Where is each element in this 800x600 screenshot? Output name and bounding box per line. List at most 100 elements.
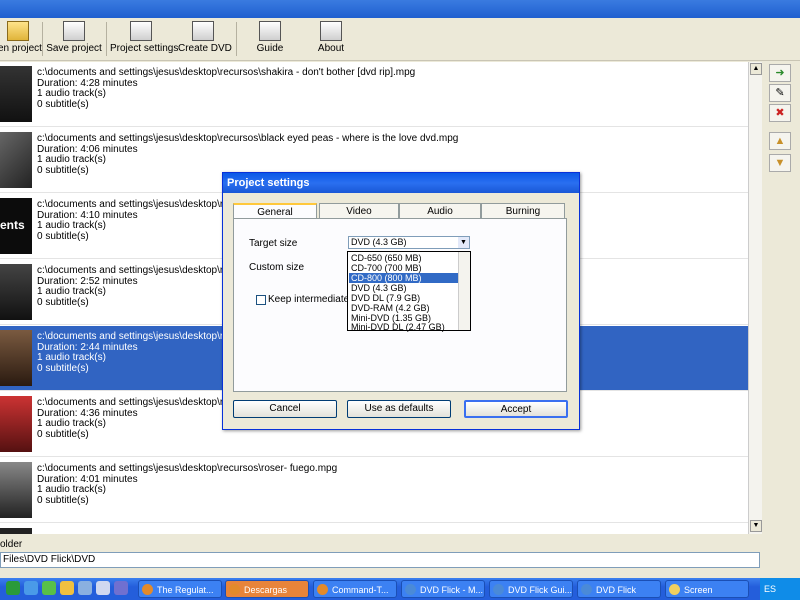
dropdown-option[interactable]: Mini-DVD DL (2.47 GB) <box>349 322 459 332</box>
file-path: c:\documents and settings\jesus\desktop\… <box>37 463 338 474</box>
toolbar-separator <box>42 22 43 56</box>
quicklaunch-icon[interactable] <box>42 581 56 595</box>
browser-icon[interactable] <box>24 581 38 595</box>
video-thumbnail <box>0 528 32 534</box>
language-indicator[interactable]: ES <box>764 584 776 594</box>
dropdown-scrollbar[interactable] <box>458 252 470 330</box>
save-icon <box>63 21 85 41</box>
open-project-label: en project <box>0 43 42 54</box>
destination-folder-field[interactable]: Files\DVD Flick\DVD <box>0 552 760 568</box>
quicklaunch-icon[interactable] <box>114 581 128 595</box>
move-down-button[interactable]: ▼ <box>769 154 791 172</box>
taskbar-button[interactable]: DVD Flick <box>577 580 661 598</box>
scroll-up-arrow-icon[interactable]: ▲ <box>750 63 762 75</box>
taskbar-button-active[interactable]: Descargas <box>225 580 309 598</box>
accept-button[interactable]: Accept <box>464 400 568 418</box>
dialog-title: Project settings <box>223 173 579 193</box>
list-item[interactable]: c:\documents and settings\jesus\desktop\… <box>0 62 748 127</box>
dropdown-option[interactable]: CD-650 (650 MB) <box>349 253 459 263</box>
taskbar: The Regulat... Descargas Command-T... DV… <box>0 578 800 600</box>
move-up-button[interactable]: ▲ <box>769 132 791 150</box>
chevron-down-icon[interactable]: ▼ <box>458 237 469 248</box>
remove-red-icon: ✖ <box>775 107 785 119</box>
move-up-arrow-icon: ▲ <box>774 135 786 147</box>
taskbar-button[interactable]: Screen <box>665 580 749 598</box>
dropdown-option-highlighted[interactable]: CD-800 (800 MB) <box>349 273 459 283</box>
file-subtitles: 0 subtitle(s) <box>37 494 89 506</box>
video-thumbnail <box>0 66 32 122</box>
save-project-button[interactable]: Save project <box>46 20 102 60</box>
dvd-flick-icon <box>405 584 416 595</box>
firefox-icon <box>229 584 240 595</box>
folder-label: older <box>0 539 23 550</box>
file-subtitles: 0 subtitle(s) <box>37 428 89 440</box>
remove-title-button[interactable]: ✖ <box>769 104 791 122</box>
dropdown-option[interactable]: DVD (4.3 GB) <box>349 283 459 293</box>
quicklaunch-icon[interactable] <box>60 581 74 595</box>
edit-icon: ✎ <box>775 87 785 99</box>
target-size-value: DVD (4.3 GB) <box>351 237 407 247</box>
taskbar-button[interactable]: DVD Flick Gui... <box>489 580 573 598</box>
video-thumbnail <box>0 462 32 518</box>
tab-audio[interactable]: Audio <box>399 203 481 218</box>
about-label: About <box>317 43 345 54</box>
keep-intermediate-checkbox[interactable] <box>256 295 266 305</box>
toolbar-separator <box>236 22 237 56</box>
taskbar-button[interactable]: DVD Flick - M... <box>401 580 485 598</box>
toolbar: en project Save project Project settings… <box>0 18 800 61</box>
guide-label: Guide <box>256 43 284 54</box>
folder-icon <box>7 21 29 41</box>
dvd-icon <box>192 21 214 41</box>
open-project-button[interactable]: en project <box>0 20 42 60</box>
guide-button[interactable]: Guide <box>250 20 290 60</box>
target-size-dropdown-list[interactable]: CD-650 (650 MB) CD-700 (700 MB) CD-800 (… <box>347 251 471 332</box>
dropdown-option[interactable]: DVD DL (7.9 GB) <box>349 293 459 303</box>
video-thumbnail: ents <box>0 198 32 254</box>
tab-burning[interactable]: Burning <box>481 203 565 218</box>
quicklaunch-icon[interactable] <box>6 581 20 595</box>
cancel-button[interactable]: Cancel <box>233 400 337 418</box>
toolbar-separator <box>106 22 107 56</box>
video-thumbnail <box>0 396 32 452</box>
scroll-down-arrow-icon[interactable]: ▼ <box>750 520 762 532</box>
file-audio: 1 audio track(s) <box>37 88 106 99</box>
tab-video[interactable]: Video <box>319 203 399 218</box>
file-audio: 1 audio track(s) <box>37 484 106 495</box>
firefox-icon <box>142 584 153 595</box>
side-actions: ➜ ✎ ✖ ▲ ▼ <box>762 62 800 534</box>
list-item[interactable] <box>0 524 748 534</box>
taskbar-button[interactable]: The Regulat... <box>138 580 222 598</box>
about-button[interactable]: About <box>312 20 350 60</box>
about-document-icon <box>320 21 342 41</box>
dropdown-option[interactable]: DVD-RAM (4.2 GB) <box>349 303 459 313</box>
info-icon <box>259 21 281 41</box>
quicklaunch-icon[interactable] <box>78 581 92 595</box>
target-size-select[interactable]: DVD (4.3 GB) ▼ <box>348 236 470 249</box>
add-green-arrow-icon: ➜ <box>775 67 785 79</box>
add-title-button[interactable]: ➜ <box>769 64 791 82</box>
video-thumbnail <box>0 264 32 320</box>
file-path: c:\documents and settings\jesus\desktop\… <box>37 67 416 78</box>
list-item[interactable]: c:\documents and settings\jesus\desktop\… <box>0 458 748 523</box>
save-project-label: Save project <box>46 43 102 54</box>
list-scrollbar[interactable]: ▲ ▼ <box>748 62 763 534</box>
tab-general[interactable]: General <box>233 203 317 219</box>
taskbar-button[interactable]: Command-T... <box>313 580 397 598</box>
use-as-defaults-button[interactable]: Use as defaults <box>347 400 451 418</box>
system-tray: ES <box>760 578 800 600</box>
dvd-flick-icon <box>581 584 592 595</box>
dropdown-option[interactable]: CD-700 (700 MB) <box>349 263 459 273</box>
quicklaunch-icon[interactable] <box>96 581 110 595</box>
custom-size-label: Custom size <box>249 262 305 273</box>
project-settings-button[interactable]: Project settings <box>110 20 178 60</box>
video-thumbnail <box>0 132 32 188</box>
edit-title-button[interactable]: ✎ <box>769 84 791 102</box>
folder-icon <box>669 584 680 595</box>
thumbnail-text: ents <box>0 218 25 232</box>
target-size-label: Target size <box>249 238 298 249</box>
create-dvd-button[interactable]: Create DVD <box>178 20 232 60</box>
window-title-bar <box>0 0 800 18</box>
file-path: c:\documents and settings\jesus\desktop\… <box>37 133 459 144</box>
file-subtitles: 0 subtitle(s) <box>37 98 89 110</box>
move-down-arrow-icon: ▼ <box>774 157 786 169</box>
